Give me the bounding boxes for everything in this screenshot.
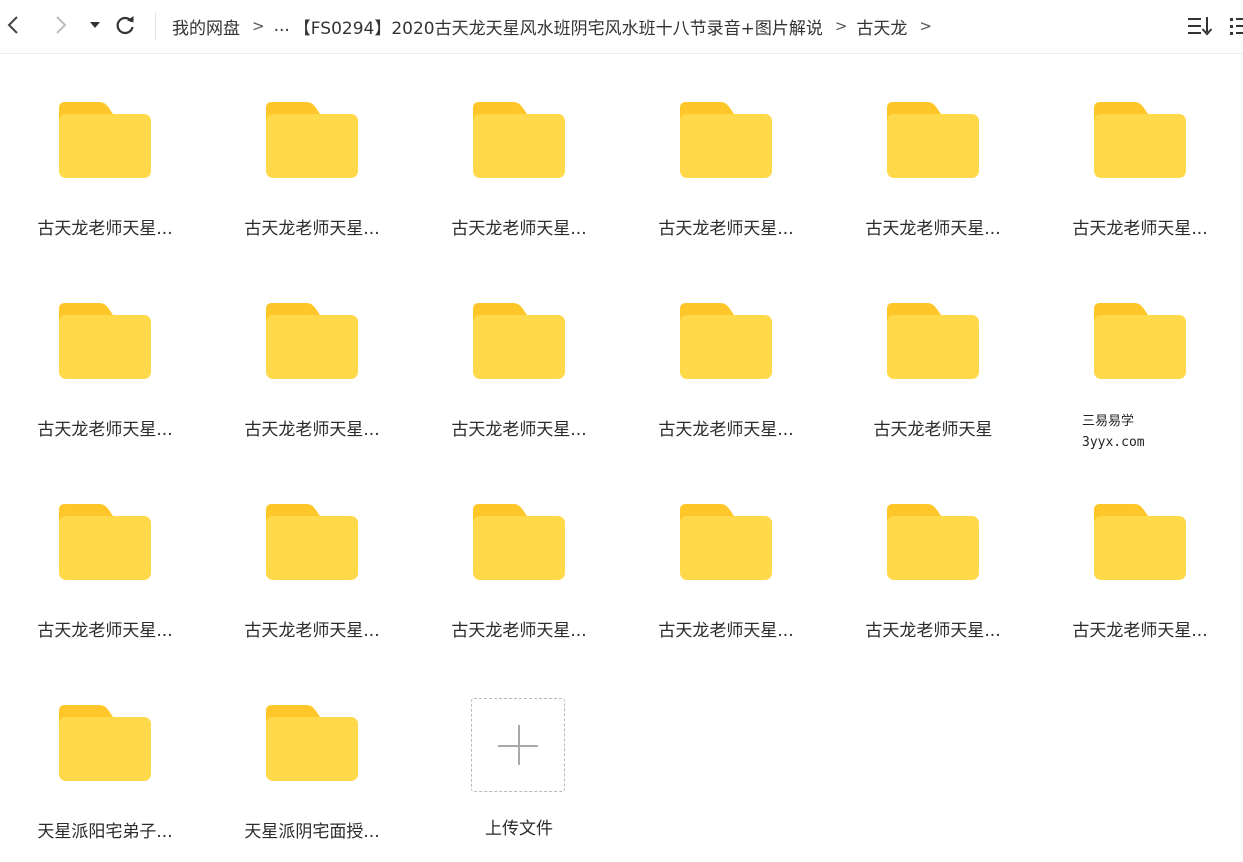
folder-item[interactable]: 古天龙老师天星...	[434, 460, 604, 641]
folder-name: 古天龙老师天星...	[37, 219, 173, 239]
folder-name: 古天龙老师天星...	[658, 621, 794, 641]
folder-name: 古天龙老师天星...	[1072, 621, 1208, 641]
folder-item[interactable]: 古天龙老师天星...	[641, 460, 811, 641]
folder-icon	[266, 303, 358, 381]
folder-icon	[1094, 504, 1186, 582]
watermark-line-2: 3yyx.com	[1082, 435, 1145, 450]
folder-item[interactable]: 古天龙老师天星...	[227, 58, 397, 239]
folder-item[interactable]: 古天龙老师天星...	[434, 58, 604, 239]
toolbar: 我的网盘 > ... 【FS0294】2020古天龙天星风水班阴宅风水班十八节录…	[0, 0, 1243, 54]
folder-name: 古天龙老师天星...	[865, 621, 1001, 641]
caret-down-icon	[89, 20, 101, 30]
folder-item[interactable]: 古天龙老师天星...	[848, 58, 1018, 239]
history-dropdown-button[interactable]	[81, 11, 109, 39]
folder-item[interactable]: 古天龙老师天星...	[20, 460, 190, 641]
folder-icon	[887, 102, 979, 180]
folder-name: 古天龙老师天星...	[451, 621, 587, 641]
view-mode-button[interactable]	[1228, 14, 1243, 42]
breadcrumb-separator: >	[252, 17, 265, 35]
folder-item[interactable]: 古天龙老师天星...	[227, 259, 397, 440]
folder-item[interactable]: 古天龙老师天星...	[1055, 460, 1225, 641]
folder-icon	[887, 303, 979, 381]
breadcrumb-separator: >	[834, 17, 848, 35]
folder-icon	[473, 504, 565, 582]
folder-item[interactable]: 古天龙老师天星...	[434, 259, 604, 440]
upload-file-button[interactable]	[471, 698, 565, 792]
folder-name: 古天龙老师天星...	[37, 621, 173, 641]
folder-item[interactable]: 古天龙老师天星...	[20, 259, 190, 440]
folder-icon	[59, 303, 151, 381]
folder-name: 古天龙老师天星	[873, 420, 993, 440]
folder-icon	[680, 303, 772, 381]
folder-icon	[887, 504, 979, 582]
folder-icon	[680, 102, 772, 180]
chevron-right-icon	[52, 15, 68, 35]
folder-icon	[266, 504, 358, 582]
folder-icon	[1094, 102, 1186, 180]
watermark-text: 三易易学 3yyx.com	[1082, 411, 1145, 453]
back-button[interactable]	[0, 11, 28, 39]
folder-icon	[59, 504, 151, 582]
folder-icon	[59, 102, 151, 180]
breadcrumb-item-current[interactable]: 古天龙	[856, 14, 907, 39]
breadcrumb-item-ellipsis[interactable]: ...	[274, 16, 290, 36]
folder-name: 古天龙老师天星...	[244, 219, 380, 239]
folder-icon	[266, 705, 358, 783]
folder-item[interactable]: 古天龙老师天星...	[227, 460, 397, 641]
folder-name: 古天龙老师天星...	[1072, 219, 1208, 239]
refresh-icon	[114, 14, 136, 36]
folder-icon	[59, 705, 151, 783]
folder-name: 古天龙老师天星...	[658, 219, 794, 239]
folder-name: 古天龙老师天星...	[658, 420, 794, 440]
folder-item[interactable]: 天星派阳宅弟子...	[20, 661, 190, 842]
folder-name: 古天龙老师天星...	[451, 420, 587, 440]
folder-name: 古天龙老师天星...	[865, 219, 1001, 239]
folder-item[interactable]: 古天龙老师天星...	[20, 58, 190, 239]
grid-view-icon	[1228, 18, 1243, 42]
folder-icon	[1094, 303, 1186, 381]
folder-icon	[473, 102, 565, 180]
folder-name: 天星派阳宅弟子...	[37, 822, 173, 842]
forward-button[interactable]	[46, 11, 74, 39]
breadcrumb-item-parent[interactable]: 【FS0294】2020古天龙天星风水班阴宅风水班十八节录音+图片解说	[294, 14, 823, 39]
folder-item[interactable]: 古天龙老师天星...	[641, 259, 811, 440]
folder-name: 天星派阴宅面授...	[244, 822, 380, 842]
folder-name: 古天龙老师天星...	[451, 219, 587, 239]
sort-button[interactable]	[1186, 14, 1214, 42]
folder-item[interactable]: 古天龙老师天星...	[1055, 58, 1225, 239]
sort-list-icon	[1186, 17, 1214, 42]
breadcrumb-separator: >	[919, 17, 932, 35]
refresh-button[interactable]	[111, 11, 139, 39]
folder-item[interactable]: 古天龙老师天星	[848, 259, 1018, 440]
folder-name: 古天龙老师天星...	[244, 621, 380, 641]
watermark-line-1: 三易易学	[1082, 414, 1135, 429]
folder-item[interactable]: 古天龙老师天星...	[641, 58, 811, 239]
breadcrumb-item-root[interactable]: 我的网盘	[172, 14, 240, 39]
breadcrumb: 我的网盘 > ... 【FS0294】2020古天龙天星风水班阴宅风水班十八节录…	[172, 0, 941, 52]
upload-file-label[interactable]: 上传文件	[434, 814, 604, 839]
folder-item[interactable]: 天星派阴宅面授...	[227, 661, 397, 842]
folder-icon	[266, 102, 358, 180]
folder-name: 古天龙老师天星...	[37, 420, 173, 440]
toolbar-divider	[155, 12, 156, 40]
folder-name: 古天龙老师天星...	[244, 420, 380, 440]
folder-item[interactable]: 古天龙老师天星...	[848, 460, 1018, 641]
folder-icon	[680, 504, 772, 582]
folder-icon	[473, 303, 565, 381]
chevron-left-icon	[6, 15, 22, 35]
